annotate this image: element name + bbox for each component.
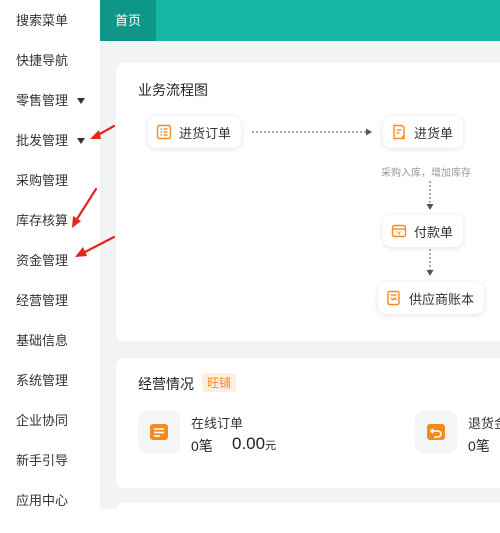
sidebar-item-label: 搜索菜单 xyxy=(16,13,69,28)
flow-note: 采购入库，增加库存 xyxy=(381,168,471,179)
sidebar-item-system[interactable]: 系统管理 xyxy=(16,371,68,391)
flow-node-label: 供应商账本 xyxy=(409,291,475,307)
sidebar-item-label: 新手引导 xyxy=(16,453,69,468)
sidebar-item-label: 应用中心 xyxy=(16,493,69,508)
receipt-in-icon xyxy=(393,124,405,140)
tab-home[interactable]: 首页 xyxy=(100,0,156,41)
sidebar-item-funds[interactable]: 资金管理 xyxy=(16,251,68,271)
flow-node-label: 付款单 xyxy=(414,224,454,240)
sidebar-item-search-menu[interactable]: 搜索菜单 xyxy=(16,11,68,31)
stat-amount-unit: 元 xyxy=(265,440,277,452)
stat-count: 0笔 xyxy=(468,438,490,454)
top-tab-bar: 首页 xyxy=(100,0,500,41)
connector-arrowhead xyxy=(426,204,434,210)
sidebar-item-label: 库存核算 xyxy=(16,213,69,228)
main-content: 首页 业务流程图 进货订单 进货单 采购入库，增加库存 ¥ 付款单 供应商账本 … xyxy=(100,0,500,533)
sidebar: 搜索菜单 快捷导航 零售管理 批发管理 采购管理 库存核算 资金管理 经营管理 … xyxy=(0,0,100,509)
sidebar-item-label: 企业协同 xyxy=(16,413,69,428)
sidebar-item-wholesale[interactable]: 批发管理 xyxy=(16,131,86,151)
sidebar-item-label: 基础信息 xyxy=(16,333,69,348)
stat-count: 0笔 xyxy=(191,438,213,454)
flow-node-label: 进货订单 xyxy=(179,125,232,141)
caret-down-icon xyxy=(77,97,86,104)
flow-node-payment[interactable]: ¥ 付款单 xyxy=(383,215,464,247)
sidebar-item-app-center[interactable]: 应用中心 xyxy=(16,491,68,511)
caret-down-icon xyxy=(77,137,86,144)
return-icon xyxy=(427,424,445,440)
sidebar-item-procurement[interactable]: 采购管理 xyxy=(16,171,68,191)
sidebar-item-beginner-guide[interactable]: 新手引导 xyxy=(16,451,68,471)
stat-label: 在线订单 xyxy=(191,416,244,431)
order-list-icon xyxy=(150,424,168,440)
sidebar-item-label: 经营管理 xyxy=(16,293,69,308)
sidebar-item-retail[interactable]: 零售管理 xyxy=(16,91,86,111)
ledger-icon xyxy=(387,290,400,306)
flow-card: 业务流程图 进货订单 进货单 采购入库，增加库存 ¥ 付款单 供应商账本 xyxy=(116,63,500,341)
business-card: 经营情况 旺铺 在线订单 0笔 0.00元 退货金 0笔 xyxy=(116,358,500,488)
stat-label: 退货金 xyxy=(468,416,500,431)
sidebar-item-label: 资金管理 xyxy=(16,253,69,268)
stat-amount-value: 0.00 xyxy=(232,434,266,453)
flow-node-purchase-order[interactable]: 进货订单 xyxy=(148,116,242,148)
payment-icon: ¥ xyxy=(391,224,407,238)
online-order-icon-box xyxy=(138,411,180,453)
sidebar-item-collaboration[interactable]: 企业协同 xyxy=(16,411,68,431)
flow-node-label: 进货单 xyxy=(414,125,454,141)
flow-title: 业务流程图 xyxy=(138,82,208,98)
business-title: 经营情况 xyxy=(138,376,194,392)
connector-arrowhead xyxy=(366,128,372,136)
connector-arrowhead xyxy=(426,270,434,276)
sidebar-item-operations[interactable]: 经营管理 xyxy=(16,291,68,311)
flow-node-supplier-ledger[interactable]: 供应商账本 xyxy=(378,282,485,314)
shop-badge[interactable]: 旺铺 xyxy=(202,373,237,392)
sidebar-item-label: 系统管理 xyxy=(16,373,69,388)
sidebar-item-basic-info[interactable]: 基础信息 xyxy=(16,331,68,351)
flow-node-purchase-receipt[interactable]: 进货单 xyxy=(383,116,464,148)
order-list-icon xyxy=(156,124,172,140)
return-icon-box xyxy=(415,411,457,453)
next-card xyxy=(116,503,500,533)
sidebar-item-inventory-accounting[interactable]: 库存核算 xyxy=(16,211,68,231)
sidebar-item-label: 零售管理 xyxy=(16,93,69,108)
sidebar-item-label: 批发管理 xyxy=(16,133,69,148)
sidebar-item-quick-nav[interactable]: 快捷导航 xyxy=(16,51,68,71)
stat-amount: 0.00元 xyxy=(232,434,276,454)
sidebar-item-label: 快捷导航 xyxy=(16,53,69,68)
svg-text:¥: ¥ xyxy=(397,231,401,238)
sidebar-item-label: 采购管理 xyxy=(16,173,69,188)
